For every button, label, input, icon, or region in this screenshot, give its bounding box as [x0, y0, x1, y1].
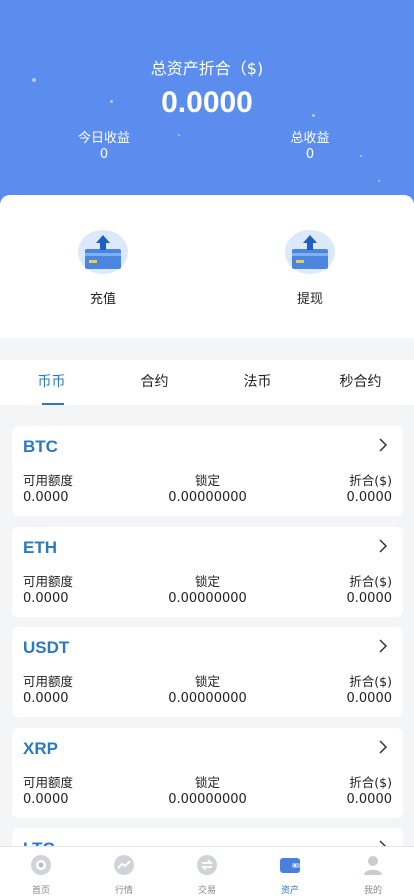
locked-label: 锁定	[194, 473, 220, 488]
market-chart-icon	[114, 855, 134, 875]
total-assets-title: 总资产折合（$)	[150, 59, 264, 78]
nav-assets-label: 资产	[280, 886, 299, 896]
nav-market[interactable]: 行情	[83, 847, 165, 896]
decorative-dot	[378, 180, 380, 182]
nav-trade-label: 交易	[197, 886, 216, 896]
withdraw-label: 提现	[296, 292, 323, 307]
active-tab-indicator	[42, 403, 64, 405]
bottom-navigation: 首页 行情 交易 资产 我的	[0, 846, 414, 896]
chevron-right-icon	[379, 539, 388, 553]
asset-card-btc[interactable]: BTC 可用额度 锁定 折合($) 0.0000 0.00000000 0.00…	[12, 426, 403, 516]
nav-home-label: 首页	[31, 886, 50, 896]
deposit-label: 充值	[89, 292, 116, 307]
deposit-button[interactable]: 充值	[68, 229, 138, 307]
locked-label: 锁定	[194, 775, 220, 790]
today-earnings-value: 0	[99, 147, 109, 162]
locked-label: 锁定	[194, 674, 220, 689]
chevron-right-icon	[379, 740, 388, 754]
equivalent-value: 0.0000	[346, 591, 393, 606]
total-earnings-label: 总收益	[290, 131, 330, 146]
total-assets-amount: 0.0000	[161, 86, 253, 119]
asset-card-xrp[interactable]: XRP 可用额度 锁定 折合($) 0.0000 0.00000000 0.00…	[12, 728, 403, 818]
decorative-dot	[178, 134, 180, 136]
chevron-right-icon	[379, 438, 388, 452]
locked-value: 0.00000000	[168, 490, 247, 505]
tab-contract[interactable]: 合约	[103, 360, 206, 405]
today-earnings-label: 今日收益	[77, 131, 130, 146]
withdraw-button[interactable]: 提现	[275, 229, 345, 307]
asset-symbol: BTC	[23, 437, 58, 456]
asset-symbol: XRP	[23, 739, 58, 758]
total-earnings: 总收益 0	[280, 131, 340, 163]
equivalent-label: 折合($)	[349, 473, 392, 488]
locked-value: 0.00000000	[168, 591, 247, 606]
asset-symbol: ETH	[23, 538, 57, 557]
nav-profile-label: 我的	[363, 886, 382, 896]
equivalent-label: 折合($)	[349, 574, 392, 589]
asset-symbol: USDT	[23, 638, 70, 657]
tab-second-contract[interactable]: 秒合约	[309, 360, 412, 405]
equivalent-value: 0.0000	[346, 691, 393, 706]
asset-card-usdt[interactable]: USDT 可用额度 锁定 折合($) 0.0000 0.00000000 0.0…	[12, 627, 403, 717]
asset-card-eth[interactable]: ETH 可用额度 锁定 折合($) 0.0000 0.00000000 0.00…	[12, 527, 403, 617]
home-icon	[31, 855, 51, 875]
equivalent-label: 折合($)	[349, 674, 392, 689]
locked-label: 锁定	[194, 574, 220, 589]
asset-summary-header: 总资产折合（$) 0.0000 今日收益 0 总收益 0	[0, 0, 414, 215]
nav-assets[interactable]: 资产	[249, 847, 331, 896]
total-earnings-value: 0	[305, 147, 315, 162]
deposit-icon	[78, 230, 128, 274]
chevron-right-icon	[379, 639, 388, 653]
decorative-dot	[360, 155, 362, 157]
tab-fiat[interactable]: 法币	[206, 360, 309, 405]
nav-trade[interactable]: 交易	[166, 847, 248, 896]
nav-profile[interactable]: 我的	[332, 847, 414, 896]
equivalent-label: 折合($)	[349, 775, 392, 790]
account-tabs: 币币 合约 法币 秒合约	[0, 360, 414, 405]
equivalent-value: 0.0000	[346, 490, 393, 505]
trade-exchange-icon	[197, 855, 217, 875]
equivalent-value: 0.0000	[346, 792, 393, 807]
today-earnings: 今日收益 0	[74, 131, 134, 163]
nav-market-label: 行情	[114, 886, 133, 896]
withdraw-icon	[285, 230, 335, 274]
wallet-icon	[280, 858, 300, 873]
nav-home[interactable]: 首页	[0, 847, 82, 896]
locked-value: 0.00000000	[168, 792, 247, 807]
tab-spot[interactable]: 币币	[0, 360, 103, 405]
action-panel: 充值 提现	[0, 195, 414, 338]
locked-value: 0.00000000	[168, 691, 247, 706]
user-icon	[364, 856, 382, 875]
